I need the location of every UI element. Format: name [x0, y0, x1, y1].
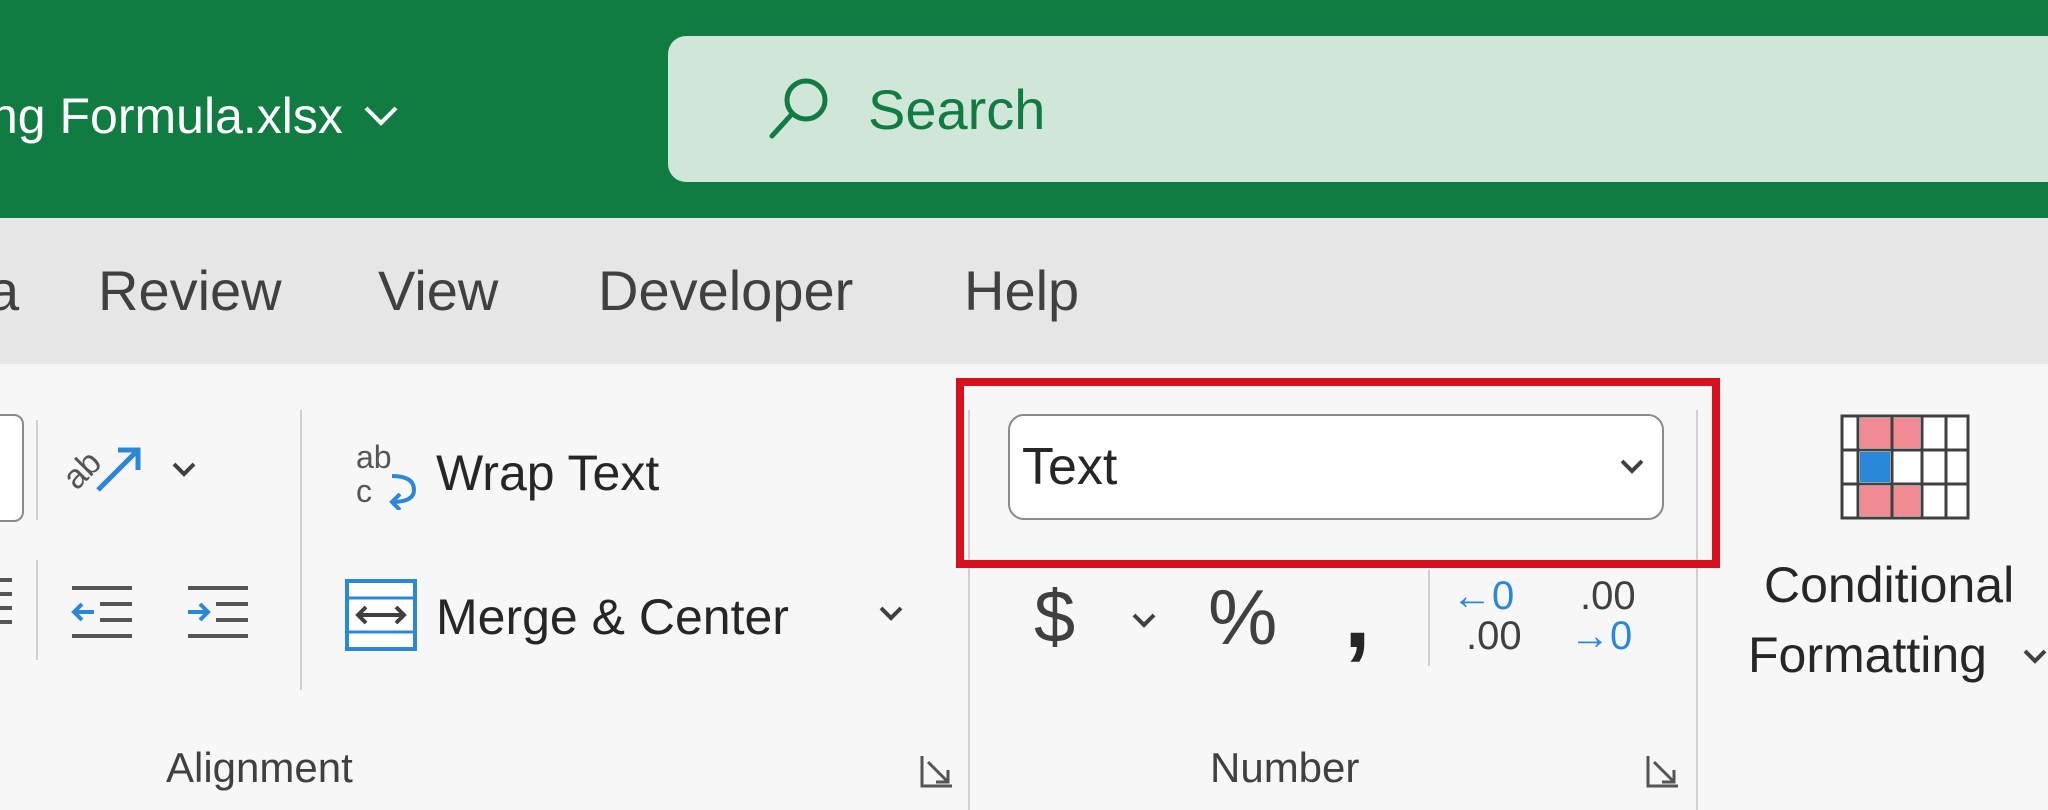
conditional-formatting-button[interactable]: Conditional Formatting: [1740, 410, 2048, 700]
orientation-button[interactable]: ab: [55, 430, 212, 510]
merge-center-button[interactable]: Merge & Center: [344, 570, 789, 660]
wrap-text-label: Wrap Text: [436, 445, 660, 501]
ribbon-tab-bar: a Review View Developer Help: [0, 218, 2048, 364]
separator: [36, 420, 38, 520]
conditional-formatting-icon: [1840, 414, 1970, 520]
decrease-decimal-top: .00: [1580, 574, 1636, 618]
conditional-formatting-label-line1: Conditional: [1764, 557, 2015, 613]
wrap-text-button[interactable]: ab c Wrap Text: [352, 432, 692, 512]
dialog-launcher-icon[interactable]: [918, 752, 956, 790]
percent-style-button[interactable]: %: [1208, 570, 1298, 666]
number-group-label: Number: [1210, 744, 1360, 791]
increase-indent-icon: [188, 586, 248, 638]
search-icon: [769, 78, 828, 139]
search-input[interactable]: [866, 75, 1870, 143]
separator: [36, 560, 38, 660]
comma-symbol: ,: [1344, 561, 1371, 668]
chevron-down-icon: [1132, 613, 1156, 628]
comma-style-button[interactable]: ,: [1340, 561, 1400, 668]
percent-symbol: %: [1208, 573, 1278, 661]
separator: [1696, 410, 1698, 810]
chevron-down-icon: [364, 106, 398, 126]
alignment-group-label: Alignment: [166, 744, 353, 791]
number-format-dropdown[interactable]: Text: [1008, 414, 1664, 520]
merge-center-icon: [345, 579, 417, 651]
wrap-text-icon: ab c: [356, 439, 417, 510]
number-format-value: Text: [1022, 438, 1118, 496]
chevron-down-icon: [1620, 459, 1644, 474]
orientation-icon: ab: [55, 443, 196, 497]
decrease-decimal-button[interactable]: .00 →0: [1570, 574, 1650, 664]
separator: [300, 410, 302, 690]
merge-center-label: Merge & Center: [436, 589, 789, 645]
partial-align-button[interactable]: [0, 414, 24, 522]
separator: [968, 410, 970, 810]
tab-review[interactable]: Review: [98, 258, 282, 323]
tab-help[interactable]: Help: [964, 258, 1079, 323]
svg-text:c: c: [356, 473, 372, 509]
title-bar: ng Formula.xlsx: [0, 0, 2048, 218]
decrease-indent-button[interactable]: [70, 580, 134, 644]
justify-icon[interactable]: [0, 572, 12, 632]
increase-decimal-button[interactable]: ←0 .00: [1452, 574, 1532, 664]
tab-partial[interactable]: a: [0, 258, 19, 323]
accounting-format-button[interactable]: $: [1034, 570, 1164, 666]
tab-view[interactable]: View: [378, 258, 498, 323]
dialog-launcher-icon[interactable]: [1644, 752, 1682, 790]
increase-decimal-top: ←0: [1452, 574, 1515, 618]
search-box[interactable]: [668, 36, 2048, 182]
separator: [1428, 570, 1430, 666]
tab-developer[interactable]: Developer: [598, 258, 853, 323]
chevron-down-icon: [2023, 649, 2047, 664]
conditional-formatting-label-line2: Formatting: [1748, 627, 1987, 683]
document-title: ng Formula.xlsx: [0, 88, 343, 144]
document-title-menu[interactable]: ng Formula.xlsx: [0, 76, 399, 156]
increase-decimal-bottom: .00: [1466, 614, 1522, 658]
currency-symbol: $: [1034, 575, 1076, 658]
increase-indent-button[interactable]: [186, 580, 250, 644]
merge-center-dropdown[interactable]: [876, 602, 906, 626]
svg-text:ab: ab: [356, 439, 392, 475]
chevron-down-icon: [879, 606, 903, 621]
decrease-indent-icon: [71, 586, 132, 638]
decrease-decimal-bottom: →0: [1570, 614, 1633, 658]
